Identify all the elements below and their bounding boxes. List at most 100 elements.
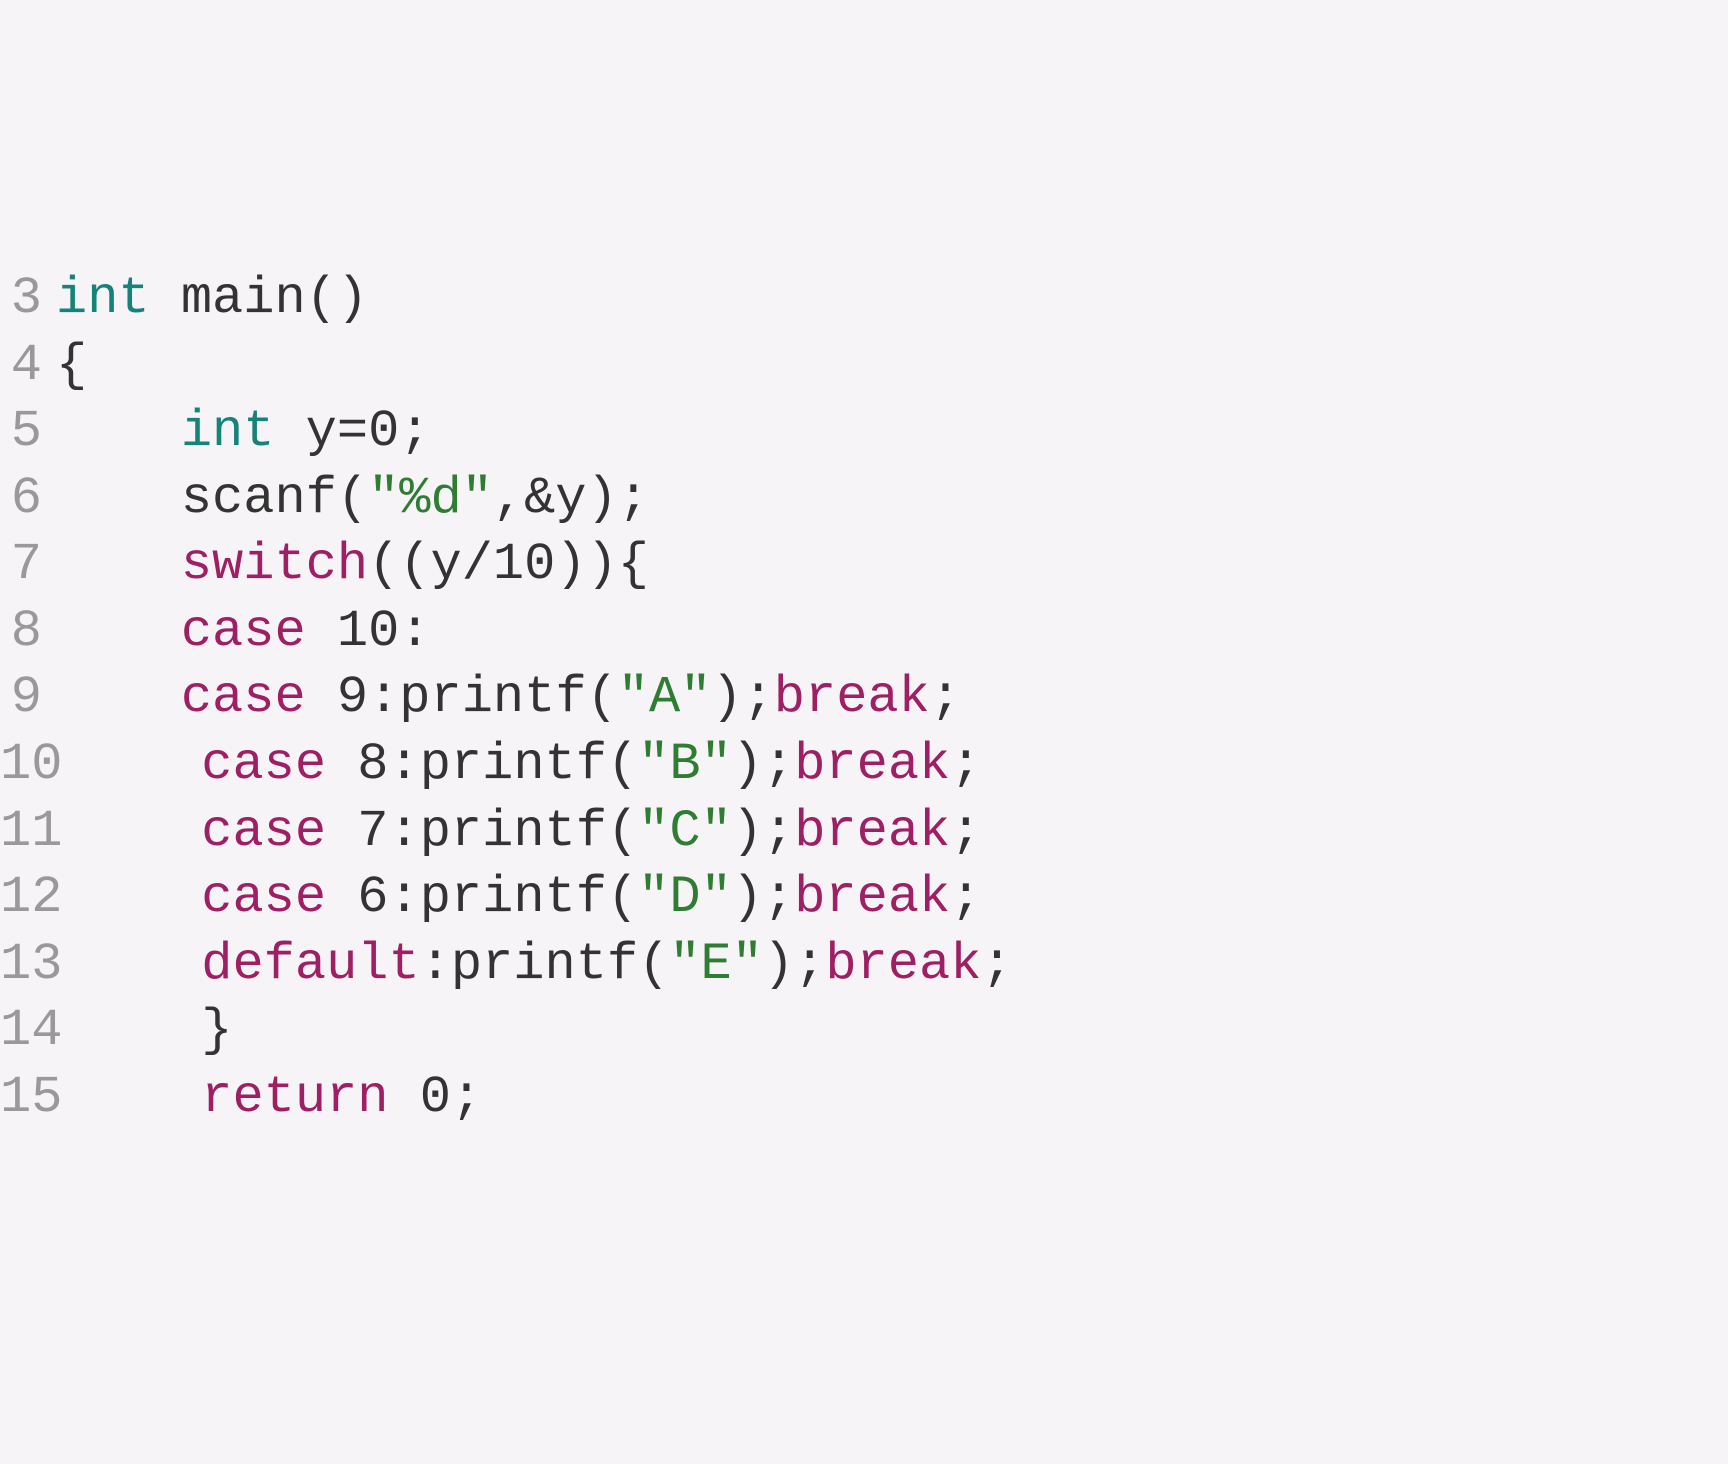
token-punct — [326, 868, 357, 927]
token-punct: :printf( — [420, 935, 670, 994]
token-punct: { — [56, 336, 87, 395]
token-kw-control: return — [201, 1068, 388, 1127]
token-punct — [76, 935, 201, 994]
token-num: 7 — [357, 802, 388, 861]
token-punct — [76, 802, 201, 861]
token-punct: y= — [274, 402, 368, 461]
line-content: } — [76, 998, 1728, 1065]
token-punct: ; — [950, 868, 981, 927]
line-number: 4 — [0, 333, 56, 400]
token-punct — [56, 535, 181, 594]
line-content: int y=0; — [56, 399, 1728, 466]
line-number: 7 — [0, 532, 56, 599]
token-punct — [56, 602, 181, 661]
line-content: case 9:printf("A");break; — [56, 665, 1728, 732]
line-number: 10 — [0, 732, 76, 799]
token-kw-control: case — [181, 668, 306, 727]
code-line: 3int main() — [0, 266, 1728, 333]
line-content: scanf("%d",&y); — [56, 466, 1728, 533]
token-str: "A" — [618, 668, 712, 727]
line-number: 13 — [0, 932, 76, 999]
code-line: 13 default:printf("E");break; — [0, 932, 1728, 999]
token-ident: scanf( — [181, 469, 368, 528]
token-punct — [56, 668, 181, 727]
token-punct: : — [399, 602, 430, 661]
code-line: 6 scanf("%d",&y); — [0, 466, 1728, 533]
code-line: 7 switch((y/10)){ — [0, 532, 1728, 599]
token-punct: ); — [732, 802, 794, 861]
line-content: case 7:printf("C");break; — [76, 799, 1728, 866]
token-punct: :printf( — [389, 868, 639, 927]
token-punct — [150, 269, 181, 328]
line-number: 3 — [0, 266, 56, 333]
token-kw-control: case — [181, 602, 306, 661]
token-kw-control: case — [201, 868, 326, 927]
code-line: 8 case 10: — [0, 599, 1728, 666]
token-punct — [76, 735, 201, 794]
line-content: case 8:printf("B");break; — [76, 732, 1728, 799]
token-punct: ); — [732, 735, 794, 794]
token-punct — [326, 735, 357, 794]
token-num: 10 — [337, 602, 399, 661]
token-kw-control: default — [201, 935, 419, 994]
token-punct: ; — [950, 802, 981, 861]
token-num: 8 — [357, 735, 388, 794]
line-content: int main() — [56, 266, 1728, 333]
code-line: 12 case 6:printf("D");break; — [0, 865, 1728, 932]
token-kw-control: break — [794, 868, 950, 927]
token-punct: ; — [399, 402, 430, 461]
token-str: "C" — [638, 802, 732, 861]
line-content: switch((y/10)){ — [56, 532, 1728, 599]
line-content: { — [56, 333, 1728, 400]
token-punct: ); — [732, 868, 794, 927]
token-kw-control: break — [825, 935, 981, 994]
token-str: "B" — [638, 735, 732, 794]
token-kw-control: case — [201, 735, 326, 794]
token-str: "E" — [669, 935, 763, 994]
token-punct: ; — [930, 668, 961, 727]
token-kw-control: break — [794, 735, 950, 794]
token-punct: } — [76, 1001, 232, 1060]
line-content: case 10: — [56, 599, 1728, 666]
code-line: 5 int y=0; — [0, 399, 1728, 466]
token-kw-control: switch — [181, 535, 368, 594]
line-number: 12 — [0, 865, 76, 932]
token-num: 6 — [357, 868, 388, 927]
token-punct: ); — [763, 935, 825, 994]
line-number: 9 — [0, 665, 56, 732]
code-line: 14 } — [0, 998, 1728, 1065]
token-punct — [326, 802, 357, 861]
code-line: 15 return 0; — [0, 1065, 1728, 1132]
token-kw-control: break — [774, 668, 930, 727]
token-punct: :printf( — [368, 668, 618, 727]
line-content: case 6:printf("D");break; — [76, 865, 1728, 932]
token-punct: :printf( — [389, 735, 639, 794]
token-num: 10 — [493, 535, 555, 594]
code-line: 10 case 8:printf("B");break; — [0, 732, 1728, 799]
token-num: 9 — [337, 668, 368, 727]
token-kw-control: break — [794, 802, 950, 861]
token-kw-type: int — [56, 269, 150, 328]
line-number: 15 — [0, 1065, 76, 1132]
token-str: "D" — [638, 868, 732, 927]
token-punct: ((y/ — [368, 535, 493, 594]
token-num: 0 — [368, 402, 399, 461]
token-punct: )){ — [555, 535, 649, 594]
token-kw-control: case — [201, 802, 326, 861]
token-punct: ; — [451, 1068, 482, 1127]
token-punct — [56, 469, 181, 528]
token-str: "%d" — [368, 469, 493, 528]
line-number: 14 — [0, 998, 76, 1065]
line-number: 6 — [0, 466, 56, 533]
token-kw-type: int — [181, 402, 275, 461]
token-num: 0 — [420, 1068, 451, 1127]
line-content: return 0; — [76, 1065, 1728, 1132]
token-punct: ); — [711, 668, 773, 727]
code-line: 4{ — [0, 333, 1728, 400]
line-number: 5 — [0, 399, 56, 466]
line-content: default:printf("E");break; — [76, 932, 1728, 999]
line-number: 8 — [0, 599, 56, 666]
code-line: 11 case 7:printf("C");break; — [0, 799, 1728, 866]
token-punct: ; — [981, 935, 1012, 994]
token-punct: ; — [950, 735, 981, 794]
